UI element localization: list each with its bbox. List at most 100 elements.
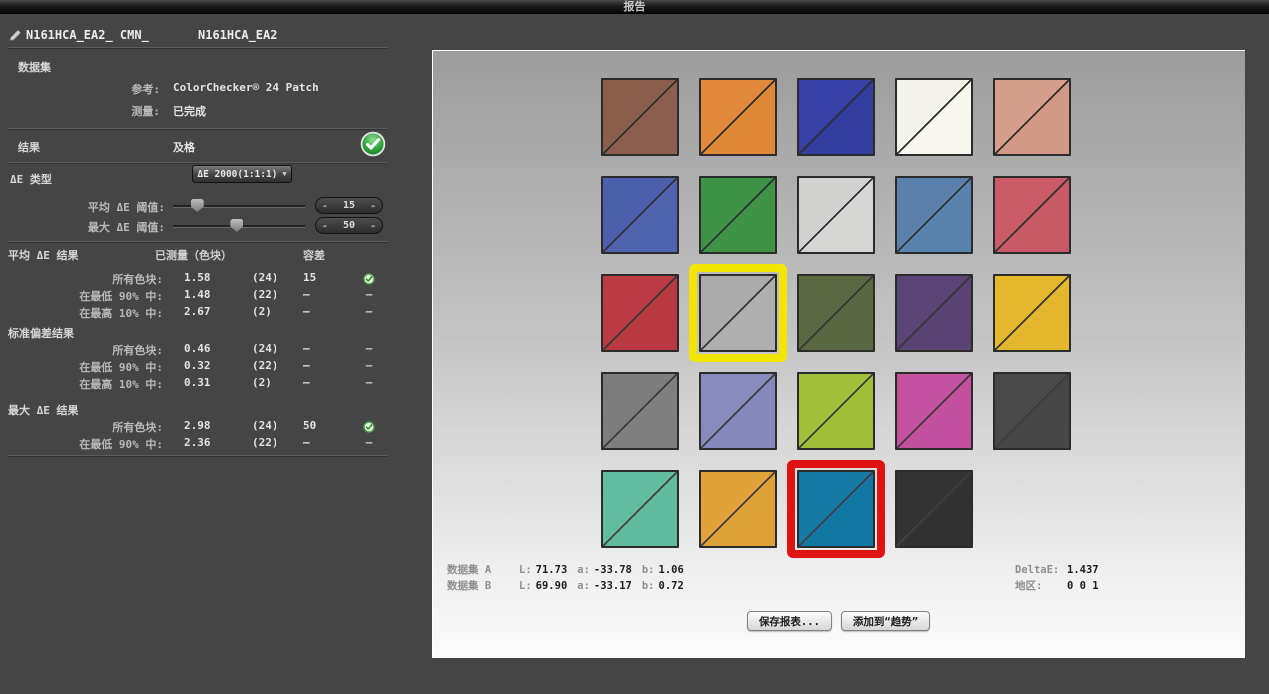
table-row: 在最高 10% 中:0.31(2)––: [0, 376, 432, 393]
row-status: [361, 273, 377, 288]
device-name: N161HCA_EA2_ CMN_: [26, 28, 198, 42]
row-pass-check-icon: [363, 421, 375, 433]
color-patch[interactable]: [601, 470, 679, 548]
avg-de-threshold-stepper[interactable]: ◄ 15 ►: [315, 197, 383, 214]
color-patch[interactable]: [699, 372, 777, 450]
de-type-dropdown[interactable]: ΔE 2000(1:1:1) ▼: [192, 165, 292, 183]
region-row: 地区:0 0 1: [1015, 578, 1099, 594]
divider: [8, 241, 388, 242]
color-patch[interactable]: [895, 372, 973, 450]
avg-de-threshold-slider[interactable]: [173, 205, 305, 208]
row-tolerance: –: [303, 288, 310, 301]
delta-e-row: DeltaE:1.437: [1015, 562, 1099, 578]
stepper-left-icon[interactable]: ◄: [322, 222, 326, 230]
row-status: –: [361, 342, 377, 355]
section-title-text: 标准偏差结果: [8, 325, 74, 341]
results-table-header: 平均 ΔE 结果 已测量（色块） 容差: [0, 247, 432, 271]
pencil-icon: [8, 28, 22, 42]
table-row: 在最高 10% 中:2.67(2)––: [0, 305, 432, 322]
slider-thumb[interactable]: [191, 199, 204, 212]
row-tolerance: –: [303, 376, 310, 389]
l-axis-label: L:: [519, 578, 532, 594]
row-label: 在最低 90% 中:: [8, 288, 163, 304]
row-tolerance: 15: [303, 271, 316, 284]
color-patch[interactable]: [895, 176, 973, 254]
color-patch[interactable]: [699, 78, 777, 156]
color-patch[interactable]: [797, 372, 875, 450]
color-patch-grid: [601, 78, 1071, 548]
color-patch[interactable]: [797, 176, 875, 254]
window-title: 报告: [624, 0, 646, 13]
row-value: 2.98: [184, 419, 211, 432]
color-patch[interactable]: [895, 78, 973, 156]
result-value: 及格: [173, 139, 195, 155]
row-value: 2.36: [184, 436, 211, 449]
color-patch[interactable]: [993, 78, 1071, 156]
max-de-threshold-row: 最大 ΔE 阈值: ◄ 50 ►: [0, 216, 432, 234]
slider-thumb[interactable]: [230, 219, 243, 232]
divider: [8, 128, 388, 129]
color-patch[interactable]: [601, 176, 679, 254]
color-patch[interactable]: [895, 470, 973, 548]
dataset-a-row: 数据集 AL:71.73a:-33.78b:1.06: [447, 562, 684, 578]
color-patch[interactable]: [699, 470, 777, 548]
row-patch-count: (24): [252, 342, 276, 355]
a-axis-label: a:: [577, 562, 590, 578]
profile-name: N161HCA_EA2: [198, 28, 277, 42]
row-label: 在最高 10% 中:: [8, 305, 163, 321]
delta-e-value: 1.437: [1067, 564, 1099, 576]
avg-de-section-title: 平均 ΔE 结果: [8, 247, 79, 263]
color-patch-selected-red[interactable]: [797, 470, 875, 548]
b-axis-label: b:: [642, 578, 655, 594]
color-patch[interactable]: [601, 78, 679, 156]
color-patch[interactable]: [797, 78, 875, 156]
color-patch[interactable]: [993, 176, 1071, 254]
row-patch-count: (24): [252, 419, 276, 432]
avg-de-threshold-row: 平均 ΔE 阈值: ◄ 15 ►: [0, 196, 432, 214]
stepper-right-icon[interactable]: ►: [372, 202, 376, 210]
save-report-button[interactable]: 保存报表...: [747, 611, 832, 631]
tolerance-column-header: 容差: [303, 247, 325, 263]
color-patch[interactable]: [895, 274, 973, 352]
color-patch[interactable]: [699, 176, 777, 254]
max-de-threshold-label: 最大 ΔE 阈值:: [8, 219, 165, 235]
row-tolerance: –: [303, 359, 310, 372]
color-patch[interactable]: [601, 372, 679, 450]
dataset-section-title: 数据集: [18, 59, 51, 75]
titlebar: 报告: [0, 0, 1269, 14]
row-value: 0.46: [184, 342, 211, 355]
table-section-title: 最大 ΔE 结果: [0, 402, 432, 419]
row-patch-count: (24): [252, 271, 276, 284]
stepper-right-icon[interactable]: ►: [372, 222, 376, 230]
max-de-threshold-stepper[interactable]: ◄ 50 ►: [315, 217, 383, 234]
row-value: 0.31: [184, 376, 211, 389]
row-status: –: [361, 305, 377, 318]
avg-de-threshold-label: 平均 ΔE 阈值:: [8, 199, 165, 215]
row-value: 1.58: [184, 271, 211, 284]
table-row: 所有色块:2.98(24)50: [0, 419, 432, 436]
color-patch-selected-yellow[interactable]: [699, 274, 777, 352]
dataset-a-label: 数据集 A: [447, 562, 509, 578]
chevron-down-icon: ▼: [282, 170, 286, 178]
color-patch[interactable]: [993, 372, 1071, 450]
max-de-threshold-slider[interactable]: [173, 225, 305, 228]
row-value: 2.67: [184, 305, 211, 318]
dataset-b-b-value: 0.72: [659, 580, 684, 592]
row-status: –: [361, 376, 377, 389]
delta-readout: DeltaE:1.437 地区:0 0 1: [1015, 562, 1099, 594]
dataset-a-b-value: 1.06: [659, 564, 684, 576]
color-patch[interactable]: [797, 274, 875, 352]
color-patch[interactable]: [993, 274, 1071, 352]
l-axis-label: L:: [519, 562, 532, 578]
add-to-trend-button[interactable]: 添加到“趋势”: [841, 611, 930, 631]
row-tolerance: –: [303, 305, 310, 318]
table-section-title: 标准偏差结果: [0, 325, 432, 342]
row-status: –: [361, 436, 377, 449]
color-patch[interactable]: [601, 274, 679, 352]
sidebar: N161HCA_EA2_ CMN_ N161HCA_EA2 数据集 参考: Co…: [0, 13, 432, 694]
stepper-left-icon[interactable]: ◄: [322, 202, 326, 210]
row-label: 所有色块:: [8, 342, 163, 358]
row-label: 所有色块:: [8, 271, 163, 287]
delta-e-label: DeltaE:: [1015, 562, 1067, 578]
row-status: [361, 421, 377, 436]
